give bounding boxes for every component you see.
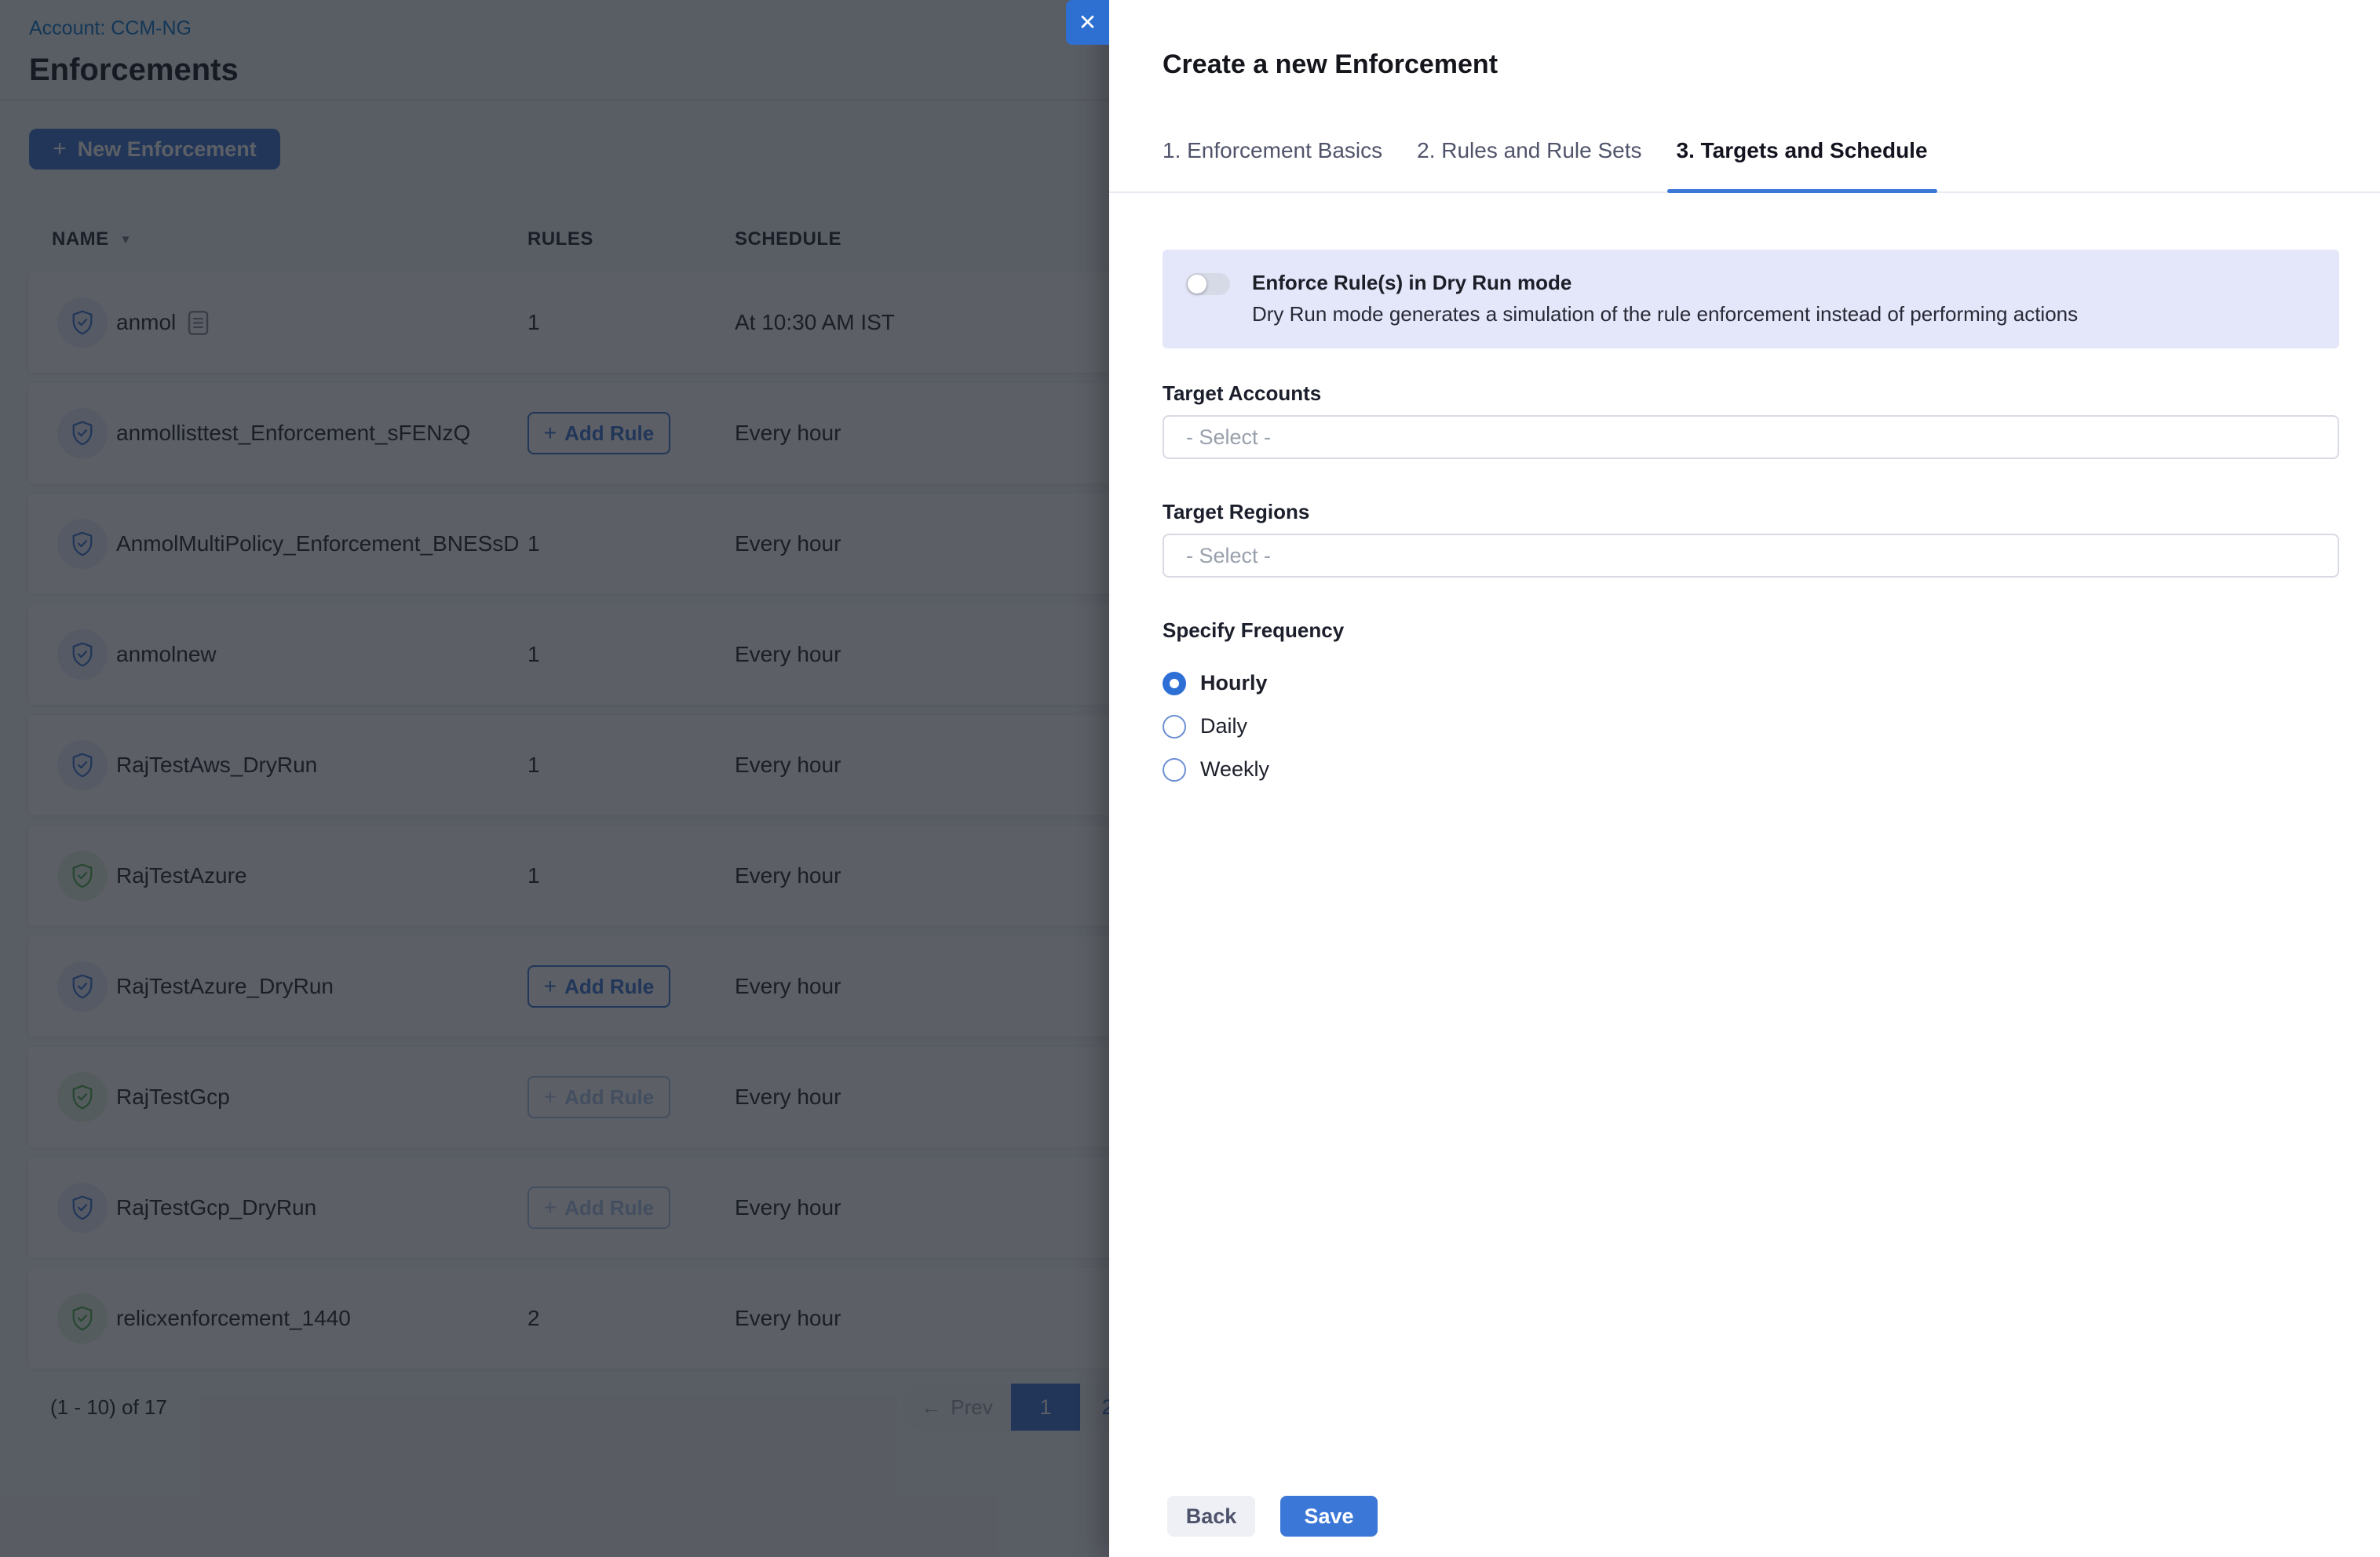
dry-run-title: Enforce Rule(s) in Dry Run mode <box>1252 272 2078 294</box>
frequency-option-label: Weekly <box>1200 757 1269 782</box>
wizard-tabs: 1. Enforcement Basics 2. Rules and Rule … <box>1109 129 2380 193</box>
wizard-tab[interactable]: 1. Enforcement Basics <box>1163 129 1382 191</box>
drawer-title: Create a new Enforcement <box>1109 0 2380 82</box>
target-regions-label: Target Regions <box>1163 500 2339 524</box>
frequency-option[interactable]: Daily <box>1163 705 2339 748</box>
radio-icon[interactable] <box>1163 672 1186 695</box>
wizard-tab[interactable]: 3. Targets and Schedule <box>1677 129 1928 191</box>
wizard-tab[interactable]: 2. Rules and Rule Sets <box>1417 129 1641 191</box>
dry-run-text: Enforce Rule(s) in Dry Run mode Dry Run … <box>1252 272 2078 325</box>
drawer-body: Enforce Rule(s) in Dry Run mode Dry Run … <box>1109 250 2380 791</box>
dry-run-description: Dry Run mode generates a simulation of t… <box>1252 303 2078 325</box>
frequency-label: Specify Frequency <box>1163 618 2339 643</box>
radio-icon[interactable] <box>1163 758 1186 782</box>
close-icon: ✕ <box>1079 9 1097 35</box>
frequency-options: Hourly Daily Weekly <box>1163 662 2339 791</box>
frequency-option[interactable]: Weekly <box>1163 748 2339 791</box>
close-button[interactable]: ✕ <box>1066 0 1109 45</box>
dry-run-toggle[interactable] <box>1186 273 1230 295</box>
target-regions-select[interactable] <box>1163 534 2339 578</box>
dry-run-banner: Enforce Rule(s) in Dry Run mode Dry Run … <box>1163 250 2339 348</box>
back-button[interactable]: Back <box>1167 1496 1255 1537</box>
frequency-option-label: Hourly <box>1200 671 1268 695</box>
save-button[interactable]: Save <box>1280 1496 1378 1537</box>
toggle-knob <box>1188 275 1206 294</box>
frequency-option[interactable]: Hourly <box>1163 662 2339 705</box>
radio-icon[interactable] <box>1163 715 1186 738</box>
create-enforcement-drawer: ✕ Create a new Enforcement 1. Enforcemen… <box>1109 0 2380 1557</box>
target-accounts-select[interactable] <box>1163 415 2339 459</box>
drawer-footer: Back Save <box>1167 1496 1378 1537</box>
frequency-option-label: Daily <box>1200 714 1247 738</box>
target-accounts-label: Target Accounts <box>1163 381 2339 406</box>
